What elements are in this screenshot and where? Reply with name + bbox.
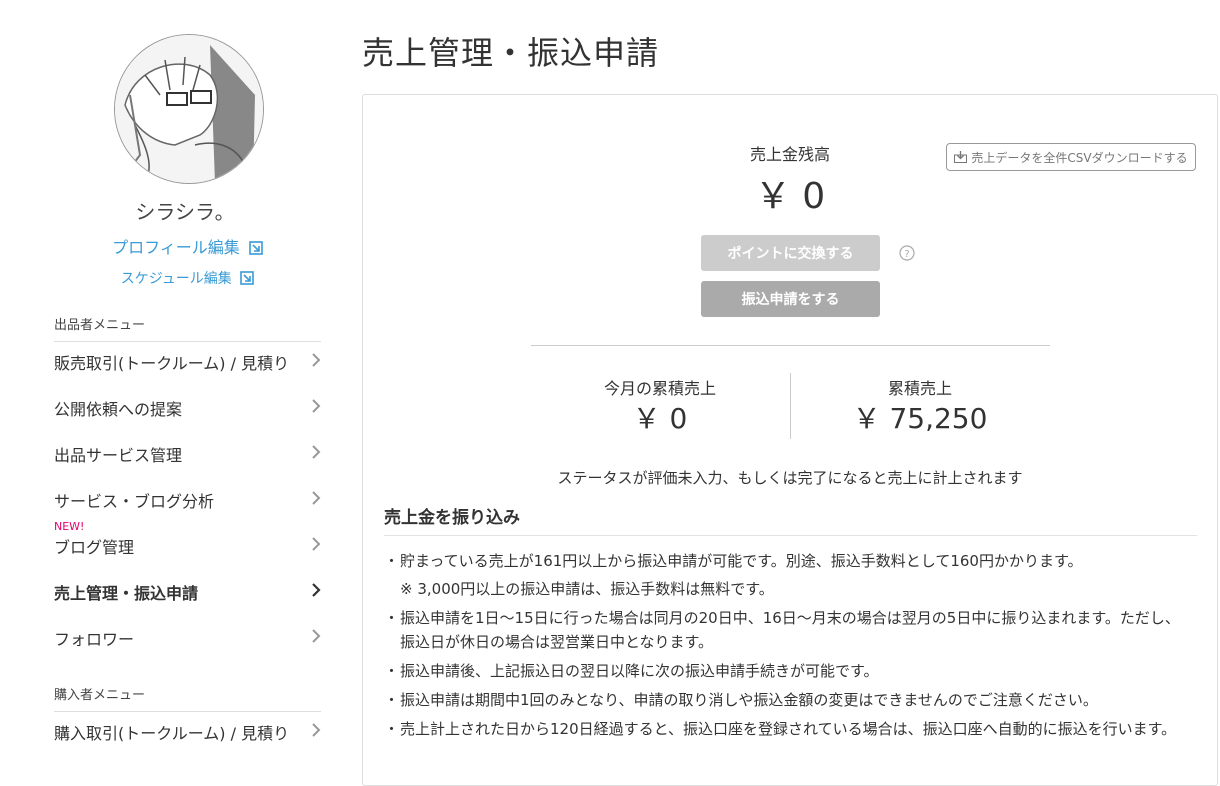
external-link-icon <box>249 241 263 255</box>
bullet: ・ <box>384 609 400 627</box>
sidebar-item-purchase-transactions[interactable]: 購入取引(トークルーム) / 見積り <box>54 716 321 746</box>
sidebar-item-sales-transactions[interactable]: 販売取引(トークルーム) / 見積り <box>54 346 321 376</box>
external-link-icon <box>240 271 255 285</box>
profile-edit-link[interactable]: プロフィール編集 <box>0 234 375 258</box>
chevron-right-icon <box>312 353 321 367</box>
page-title: 売上管理・振込申請 <box>362 34 660 72</box>
bullet: ・ <box>384 720 400 738</box>
sidebar-item-label: 公開依頼への提案 <box>54 400 183 419</box>
list-item: ・ 振込申請を1日〜15日に行った場合は同月の20日中、16日〜月末の場合は翌月… <box>384 606 1194 654</box>
question-circle-icon[interactable]: ? <box>899 245 915 261</box>
chevron-right-icon <box>312 445 321 459</box>
transfer-request-button[interactable]: 振込申請をする <box>701 281 880 317</box>
list-item: ・ 貯まっている売上が161円以上から振込申請が可能です。別途、振込手数料として… <box>384 549 1194 573</box>
sidebar-item-sales-management[interactable]: 売上管理・振込申請 <box>54 576 321 606</box>
schedule-edit-link[interactable]: スケジュール編集 <box>0 268 375 288</box>
chevron-right-icon <box>312 537 321 551</box>
list-item: ・ 売上計上された日から120日経過すると、振込口座を登録されている場合は、振込… <box>384 717 1194 741</box>
download-icon <box>954 151 968 163</box>
profile-edit-label: プロフィール編集 <box>112 238 240 257</box>
csv-download-button[interactable]: 売上データを全件CSVダウンロードする <box>946 143 1196 171</box>
monthly-sales-label: 今月の累積売上 <box>603 379 716 398</box>
sidebar-item-label: 売上管理・振込申請 <box>54 584 199 603</box>
bullet: ・ <box>384 552 400 570</box>
sidebar-item-label: 出品サービス管理 <box>54 446 183 465</box>
monthly-sales-value: ￥ 0 <box>632 402 688 435</box>
total-sales-label: 累積売上 <box>887 379 952 398</box>
sidebar-item-public-requests[interactable]: 公開依頼への提案 <box>54 392 321 422</box>
section-divider <box>384 535 1197 536</box>
avatar[interactable] <box>114 34 264 184</box>
note-text: 振込申請を1日〜15日に行った場合は同月の20日中、16日〜月末の場合は翌月の5… <box>400 609 1180 651</box>
sidebar-item-analytics[interactable]: サービス・ブログ分析 <box>54 484 321 514</box>
balance-value: ￥ 0 <box>754 176 826 217</box>
note-text: 振込申請は期間中1回のみとなり、申請の取り消しや振込金額の変更はできませんのでご… <box>400 691 1098 709</box>
status-note: ステータスが評価未入力、もしくは完了になると売上に計上されます <box>557 469 1023 487</box>
avatar-sketch <box>115 35 263 183</box>
divider <box>531 345 1050 346</box>
sidebar-item-label: サービス・ブログ分析 <box>54 492 215 511</box>
sidebar-item-label: 購入取引(トークルーム) / 見積り <box>54 724 290 743</box>
username: シラシラ。 <box>135 200 235 224</box>
schedule-edit-label: スケジュール編集 <box>120 271 232 287</box>
chevron-right-icon <box>312 399 321 413</box>
list-item: ・ 振込申請後、上記振込日の翌日以降に次の振込申請手続きが可能です。 <box>384 659 1194 683</box>
sales-card: 売上金残高 ￥ 0 売上データを全件CSVダウンロードする ポイントに交換する … <box>362 94 1218 786</box>
buyer-menu-heading: 購入者メニュー <box>54 684 321 712</box>
note-text: 振込申請後、上記振込日の翌日以降に次の振込申請手続きが可能です。 <box>400 662 879 680</box>
bullet: ・ <box>384 691 400 709</box>
subnote: ※ 3,000円以上の振込申請は、振込手数料は無料です。 <box>400 580 774 598</box>
chevron-right-icon <box>312 491 321 505</box>
chevron-right-icon <box>312 583 321 597</box>
bullet: ・ <box>384 662 400 680</box>
sidebar: シラシラ。 プロフィール編集 スケジュール編集 出品者メニュー 販売取引(トーク… <box>0 0 340 764</box>
total-sales-value: ￥ 75,250 <box>852 402 988 435</box>
list-item: ・ 振込申請は期間中1回のみとなり、申請の取り消しや振込金額の変更はできませんの… <box>384 688 1194 712</box>
sidebar-item-service-management[interactable]: 出品サービス管理 <box>54 438 321 468</box>
chevron-right-icon <box>312 629 321 643</box>
sidebar-item-followers[interactable]: フォロワー <box>54 622 321 652</box>
svg-text:?: ? <box>904 249 909 260</box>
chevron-right-icon <box>312 723 321 737</box>
sidebar-item-label: ブログ管理 <box>54 538 135 557</box>
notes-list: ・ 貯まっている売上が161円以上から振込申請が可能です。別途、振込手数料として… <box>384 549 1194 746</box>
sidebar-item-blog-management[interactable]: ブログ管理 <box>54 530 321 560</box>
sidebar-item-label: 販売取引(トークルーム) / 見積り <box>54 354 290 373</box>
sidebar-item-label: フォロワー <box>54 630 135 649</box>
section-title: 売上金を振り込み <box>384 508 520 528</box>
note-text: 貯まっている売上が161円以上から振込申請が可能です。別途、振込手数料として16… <box>400 552 1083 570</box>
note-text: 売上計上された日から120日経過すると、振込口座を登録されている場合は、振込口座… <box>400 720 1177 738</box>
exchange-points-button[interactable]: ポイントに交換する <box>701 235 880 271</box>
csv-download-label: 売上データを全件CSVダウンロードする <box>971 150 1188 165</box>
seller-menu-heading: 出品者メニュー <box>54 314 321 342</box>
